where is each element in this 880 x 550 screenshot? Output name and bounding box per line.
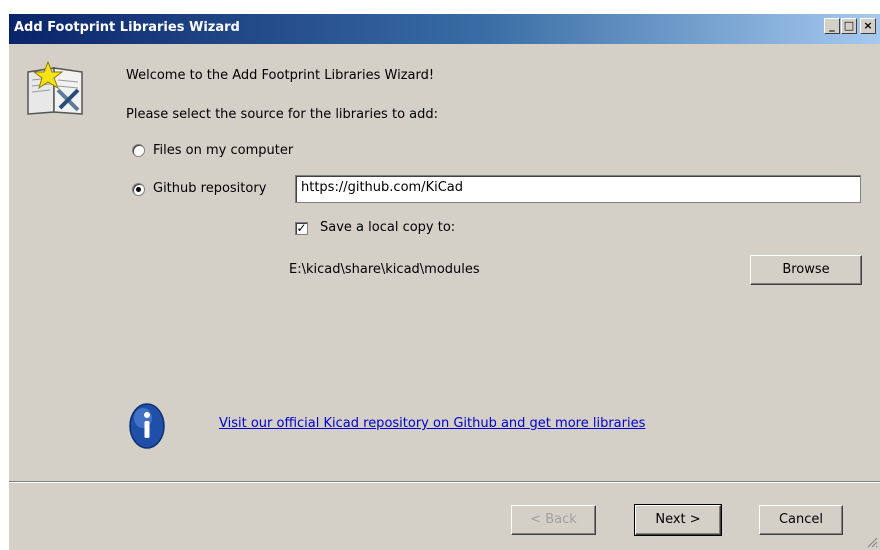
size-grip-icon[interactable] xyxy=(866,536,878,548)
save-local-checkbox[interactable]: ✓ xyxy=(295,222,308,235)
next-button[interactable]: Next > xyxy=(634,504,722,536)
wizard-book-icon xyxy=(27,60,83,115)
close-button[interactable]: × xyxy=(860,18,876,34)
github-url-input[interactable]: https://github.com/KiCad xyxy=(295,175,861,203)
files-radio[interactable] xyxy=(132,144,145,157)
github-radio[interactable] xyxy=(132,183,145,196)
window-title: Add Footprint Libraries Wizard xyxy=(14,20,240,35)
minimize-button[interactable]: _ xyxy=(824,18,840,34)
github-radio-label[interactable]: Github repository xyxy=(153,181,266,196)
cancel-button[interactable]: Cancel xyxy=(759,505,843,535)
back-button[interactable]: < Back xyxy=(511,505,596,535)
maximize-icon: □ xyxy=(843,19,855,32)
local-path-text: E:\kicad\share\kicad\modules xyxy=(289,262,480,277)
save-local-label[interactable]: Save a local copy to: xyxy=(320,220,455,235)
footer-separator xyxy=(9,481,880,483)
wizard-window: Add Footprint Libraries Wizard _ □ × Wel… xyxy=(8,13,880,550)
files-radio-label[interactable]: Files on my computer xyxy=(153,143,293,158)
maximize-button[interactable]: □ xyxy=(841,18,857,34)
welcome-text: Welcome to the Add Footprint Libraries W… xyxy=(126,68,435,83)
github-info-link[interactable]: Visit our official Kicad repository on G… xyxy=(219,416,645,431)
browse-button[interactable]: Browse xyxy=(750,255,862,285)
prompt-text: Please select the source for the librari… xyxy=(126,107,438,122)
minimize-icon: _ xyxy=(829,19,835,32)
title-bar[interactable]: Add Footprint Libraries Wizard _ □ × xyxy=(9,14,880,44)
info-icon xyxy=(129,403,165,449)
close-icon: × xyxy=(863,19,873,32)
